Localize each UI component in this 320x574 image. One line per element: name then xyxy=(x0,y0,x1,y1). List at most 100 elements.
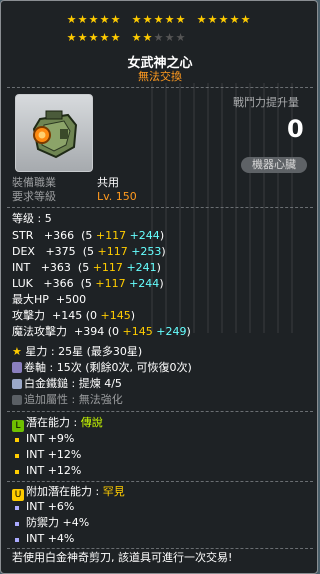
stat-luk: LUK +366 (5 +117 +244) xyxy=(12,277,164,291)
stat-star: +117 xyxy=(92,261,123,274)
stat-star: +117 xyxy=(97,245,128,258)
star-empty-icon: ★ xyxy=(153,31,164,44)
stat-total: +145 xyxy=(52,309,83,322)
req-level-value: Lv. 150 xyxy=(97,190,137,203)
scroll-icon xyxy=(12,362,22,373)
bullet-icon xyxy=(15,470,19,474)
stat-pot: +244 xyxy=(129,229,160,242)
power-increase-value: 0 xyxy=(287,115,304,143)
potential-line-3: INT +12% xyxy=(26,464,82,477)
stat-value: +500 xyxy=(55,293,87,306)
divider xyxy=(7,411,313,412)
stat-base: (5 xyxy=(80,277,96,290)
bullet-icon xyxy=(15,438,19,442)
stat-close: ) xyxy=(159,277,164,290)
star-filled-icon: ★ xyxy=(99,13,110,26)
stat-label: STR xyxy=(12,229,34,242)
job-value: 共用 xyxy=(97,176,119,189)
star-filled-icon: ★ xyxy=(110,31,121,44)
power-increase-label: 戰鬥力提升量 xyxy=(233,96,299,109)
bonus-potential-line-1: INT +6% xyxy=(26,500,75,513)
bonus-potential-line-2: 防禦力 +4% xyxy=(26,516,90,529)
stat-star: +117 xyxy=(95,229,127,242)
star-filled-icon: ★ xyxy=(207,13,218,26)
req-level-label: 要求等級 xyxy=(12,190,56,203)
star-filled-icon: ★ xyxy=(66,31,77,44)
star-filled-icon: ★ xyxy=(77,31,88,44)
star-filled-icon: ★ xyxy=(110,13,121,26)
stat-total: +366 xyxy=(43,229,75,242)
trade-status: 無法交換 xyxy=(138,70,182,83)
star-filled-icon: ★ xyxy=(88,13,99,26)
item-icon-frame xyxy=(15,94,93,172)
hammer-line: 白金鐵鎚 : 提煉 4/5 xyxy=(12,377,122,391)
job-label: 裝備職業 xyxy=(12,176,56,189)
stat-pot: +249 xyxy=(156,325,187,338)
stat-label: LUK xyxy=(12,277,33,290)
potential-line-2: INT +12% xyxy=(26,448,82,461)
potential-line-1: INT +9% xyxy=(26,432,75,445)
hammer-value: 提煉 4/5 xyxy=(78,377,122,390)
potential-grade: 傳說 xyxy=(80,416,103,429)
stat-star: +117 xyxy=(95,277,126,290)
star-row-bottom: ★ ★ ★ ★ ★ ★ ★ ★ ★ ★ xyxy=(1,32,319,44)
star-filled-icon: ★ xyxy=(240,13,251,26)
stat-total: +394 xyxy=(74,325,105,338)
divider xyxy=(7,481,313,482)
bullet-icon xyxy=(15,538,19,542)
stat-base: (0 xyxy=(107,325,123,338)
bonus-potential-header: U 附加潛在能力 : 罕見 xyxy=(12,485,125,501)
star-filled-icon: ★ xyxy=(218,13,229,26)
stat-close: ) xyxy=(159,229,165,242)
stat-close: ) xyxy=(130,309,136,322)
stat-magic-attack: 魔法攻擊力 +394 (0 +145 +249) xyxy=(12,325,191,339)
bullet-icon xyxy=(15,506,19,510)
star-filled-icon: ★ xyxy=(229,13,240,26)
additional-option-text: 追加屬性 : 無法強化 xyxy=(24,393,123,406)
potential-header: L 潛在能力 : 傳說 xyxy=(12,416,103,432)
star-filled-icon: ★ xyxy=(142,13,153,26)
star-filled-icon: ★ xyxy=(164,13,175,26)
stat-label: DEX xyxy=(12,245,35,258)
star-filled-icon: ★ xyxy=(66,13,77,26)
stat-base: (0 xyxy=(85,309,101,322)
star-filled-icon: ★ xyxy=(88,31,99,44)
star-filled-icon: ★ xyxy=(153,13,164,26)
stat-close: ) xyxy=(161,245,166,258)
star-filled-icon: ★ xyxy=(131,13,142,26)
heart-machine-icon xyxy=(32,110,78,159)
stat-label: 最大HP xyxy=(12,293,49,306)
bonus-potential-label: 附加潛在能力 : xyxy=(26,485,103,498)
star-empty-icon: ★ xyxy=(164,31,175,44)
stat-label: 攻擊力 xyxy=(12,309,45,322)
stat-total: +363 xyxy=(40,261,71,274)
stat-pot: +244 xyxy=(129,277,160,290)
background-pattern xyxy=(151,83,301,333)
unique-grade-icon: U xyxy=(12,489,24,501)
scroll-text: 卷軸 : 15次 (剩餘0次, 可恢復0次) xyxy=(24,361,192,374)
legendary-grade-icon: L xyxy=(12,420,24,432)
stat-label: INT xyxy=(12,261,31,274)
additional-option-line: 追加屬性 : 無法強化 xyxy=(12,393,123,407)
bullet-icon xyxy=(15,454,19,458)
star-icon: ★ xyxy=(12,345,22,358)
stat-star: +145 xyxy=(100,309,131,322)
hammer-icon xyxy=(12,379,22,389)
stat-attack: 攻擊力 +145 (0 +145) xyxy=(12,309,135,323)
stat-total: +375 xyxy=(45,245,76,258)
bonus-potential-line-3: INT +4% xyxy=(26,532,75,545)
star-filled-icon: ★ xyxy=(175,13,186,26)
stat-label: 魔法攻擊力 xyxy=(12,325,67,338)
scroll-line: 卷軸 : 15次 (剩餘0次, 可恢復0次) xyxy=(12,361,192,375)
hammer-prefix: 白金鐵鎚 : xyxy=(24,377,79,390)
divider xyxy=(7,207,313,208)
stat-dex: DEX +375 (5 +117 +253) xyxy=(12,245,166,259)
stat-close: ) xyxy=(156,261,161,274)
trade-footer-note: 若使用白金神奇剪刀, 該道具可進行一次交易! xyxy=(12,551,233,564)
star-row-top: ★ ★ ★ ★ ★ ★ ★ ★ ★ ★ ★ ★ ★ ★ ★ xyxy=(1,14,319,26)
mechanical-heart-button[interactable]: 機器心臟 xyxy=(241,157,307,173)
stat-str: STR +366 (5 +117 +244) xyxy=(12,229,164,243)
bullet-icon xyxy=(15,522,19,526)
stat-base: (5 xyxy=(77,261,93,274)
star-filled-icon: ★ xyxy=(196,13,207,26)
